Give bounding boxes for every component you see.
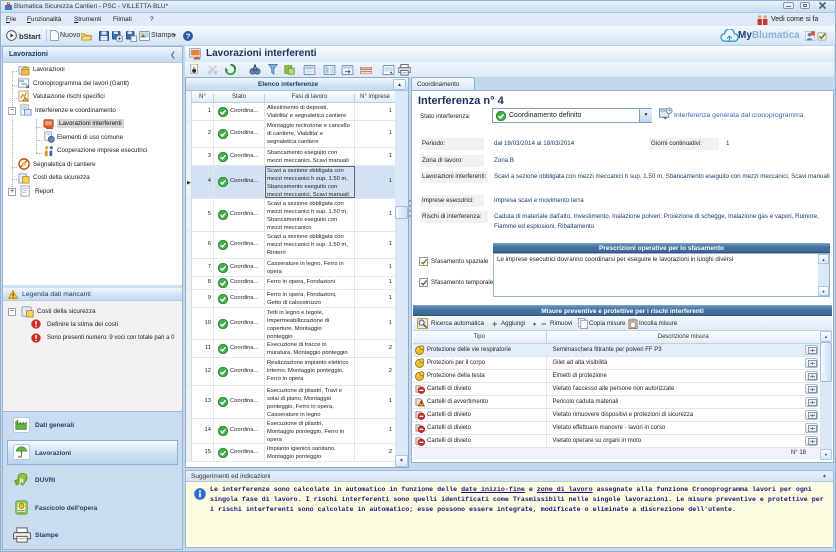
svg-text:?: ? bbox=[186, 32, 191, 41]
